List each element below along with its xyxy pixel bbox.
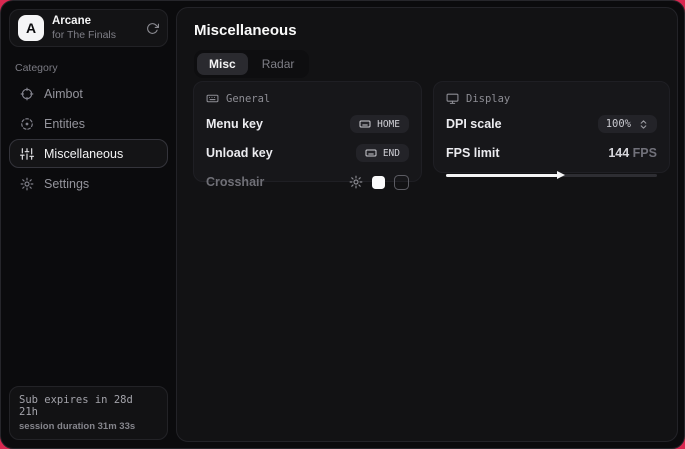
fps-slider[interactable] — [446, 171, 657, 180]
scan-icon — [20, 117, 34, 131]
sidebar-item-miscellaneous[interactable]: Miscellaneous — [9, 139, 168, 168]
crosshair-controls — [349, 175, 409, 190]
unload-key-label: Unload key — [206, 146, 273, 160]
crosshair-color-swatch[interactable] — [372, 176, 385, 189]
display-card: Display DPI scale 100% FPS limit 144 FPS — [433, 81, 670, 173]
tab-radar[interactable]: Radar — [250, 53, 307, 75]
fps-unit: FPS — [629, 146, 657, 160]
gear-icon — [20, 177, 34, 191]
gear-icon[interactable] — [349, 175, 363, 189]
menu-key-value: HOME — [377, 119, 400, 130]
menu-key-label: Menu key — [206, 117, 263, 131]
arcane-logo: A — [18, 15, 44, 41]
dpi-scale-value: 100% — [606, 118, 631, 130]
crosshair-icon — [20, 87, 34, 101]
subscription-card: Sub expires in 28d 21h session duration … — [9, 386, 168, 440]
general-card: General Menu key HOME Unload key END — [193, 81, 422, 182]
fps-number: 144 — [608, 146, 629, 160]
menu-key-row: Menu key HOME — [206, 114, 409, 134]
sidebar-item-settings[interactable]: Settings — [9, 169, 168, 198]
app-window: A Arcane for The Finals Category Aimbot — [0, 0, 685, 449]
general-card-header: General — [206, 92, 409, 105]
monitor-icon — [446, 92, 459, 105]
session-duration-text: session duration 31m 33s — [19, 421, 158, 432]
unload-key-bind-button[interactable]: END — [356, 144, 409, 162]
crosshair-label: Crosshair — [206, 175, 264, 189]
brand-card: A Arcane for The Finals — [9, 9, 168, 47]
sidebar-item-label: Settings — [44, 177, 89, 191]
sidebar-item-label: Miscellaneous — [44, 147, 123, 161]
sidebar-item-entities[interactable]: Entities — [9, 109, 168, 138]
refresh-icon[interactable] — [146, 22, 159, 35]
tab-misc[interactable]: Misc — [197, 53, 248, 75]
menu-key-bind-button[interactable]: HOME — [350, 115, 409, 133]
sidebar: A Arcane for The Finals Category Aimbot — [1, 1, 176, 448]
keyboard-icon — [359, 118, 371, 130]
sidebar-item-aimbot[interactable]: Aimbot — [9, 79, 168, 108]
dpi-scale-label: DPI scale — [446, 117, 502, 131]
unload-key-row: Unload key END — [206, 143, 409, 163]
fps-limit-row: FPS limit 144 FPS — [446, 143, 657, 163]
dpi-scale-row: DPI scale 100% — [446, 114, 657, 134]
fps-limit-label: FPS limit — [446, 146, 499, 160]
unload-key-value: END — [383, 148, 400, 159]
display-card-title: Display — [466, 93, 510, 105]
fps-slider-fill — [446, 174, 558, 177]
dpi-scale-select[interactable]: 100% — [598, 115, 657, 133]
fps-slider-thumb[interactable] — [557, 171, 565, 179]
fps-limit-value: 144 FPS — [608, 146, 657, 160]
crosshair-checkbox[interactable] — [394, 175, 409, 190]
tab-bar: Misc Radar — [194, 50, 309, 78]
brand-subtitle: for The Finals — [52, 29, 116, 41]
main-panel: Miscellaneous Misc Radar General Menu ke… — [176, 7, 678, 442]
general-card-title: General — [226, 93, 270, 105]
brand-name: Arcane — [52, 15, 116, 28]
sidebar-item-label: Aimbot — [44, 87, 83, 101]
sidebar-item-label: Entities — [44, 117, 85, 131]
crosshair-row: Crosshair — [206, 172, 409, 192]
page-title: Miscellaneous — [194, 22, 660, 39]
sub-expiry-text: Sub expires in 28d 21h — [19, 394, 158, 418]
category-label: Category — [15, 62, 162, 74]
chevrons-up-down-icon — [638, 119, 649, 130]
sidebar-nav: Aimbot Entities Miscellaneous Settings — [9, 79, 168, 198]
brand-text: Arcane for The Finals — [52, 15, 116, 40]
keyboard-icon — [365, 147, 377, 159]
keyboard-icon — [206, 92, 219, 105]
sliders-icon — [20, 147, 34, 161]
display-card-header: Display — [446, 92, 657, 105]
